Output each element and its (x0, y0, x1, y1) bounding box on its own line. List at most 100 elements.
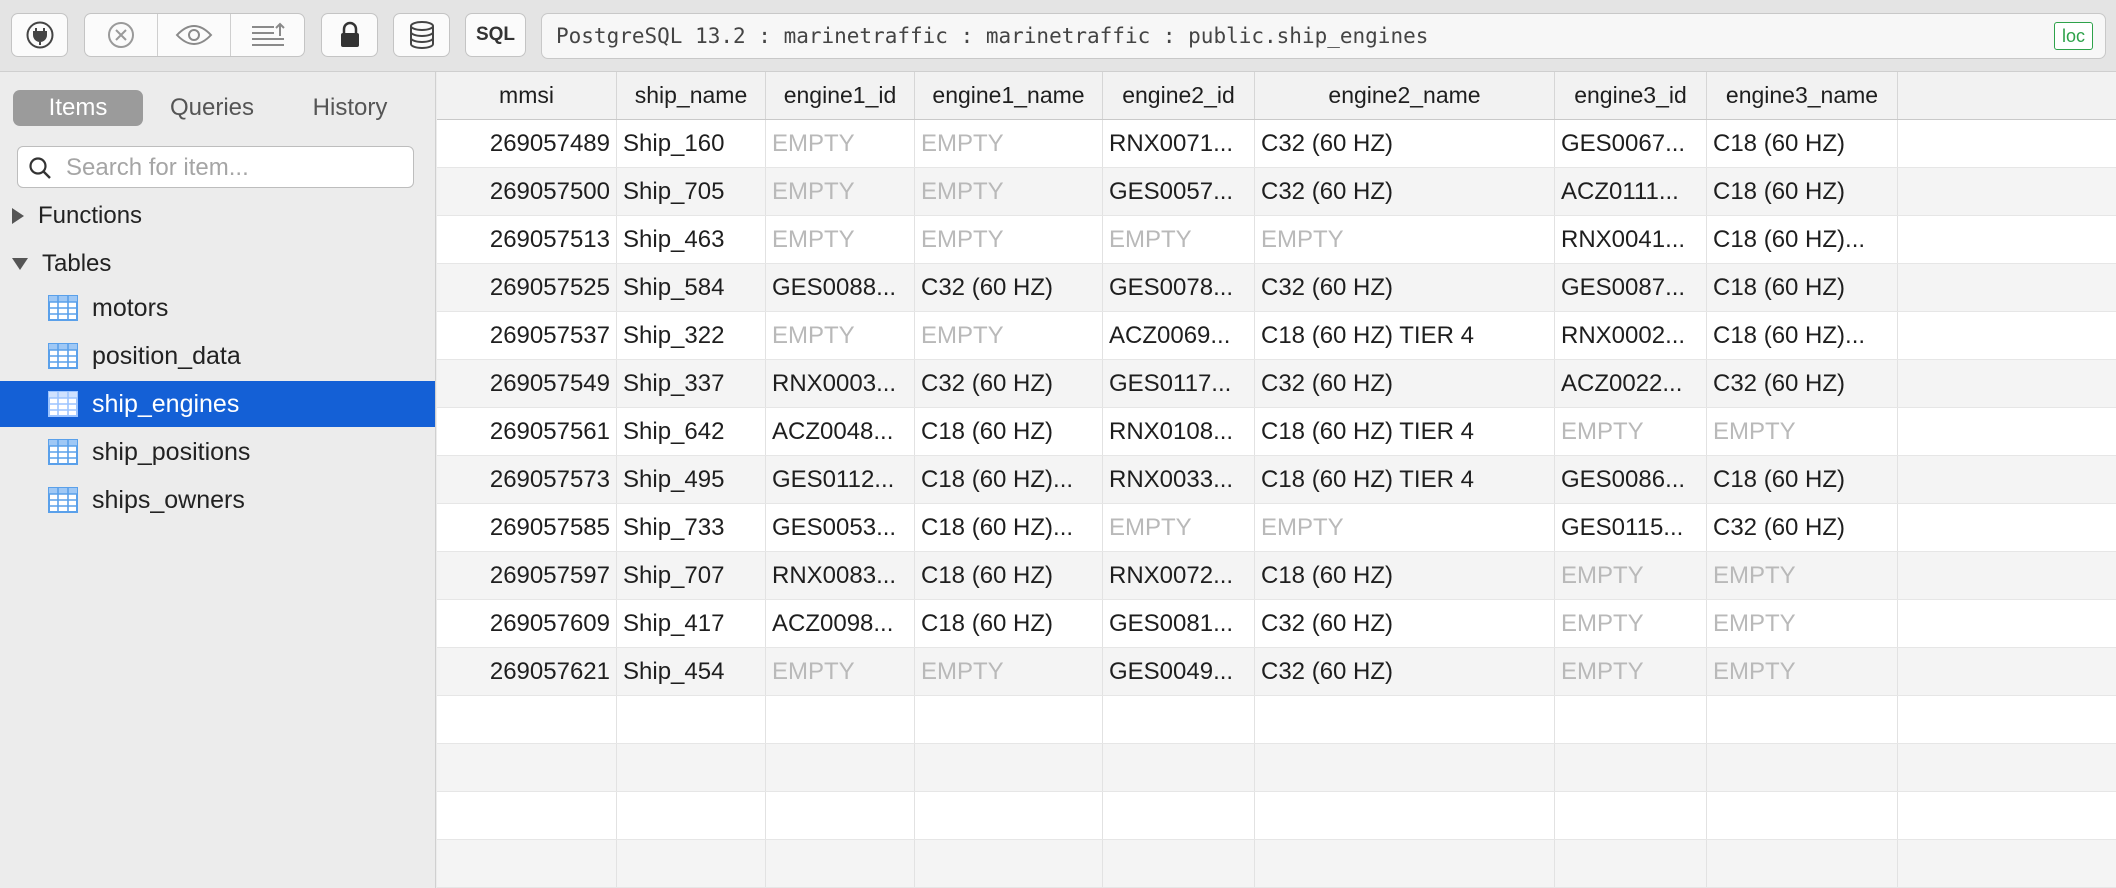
column-header-engine3-name[interactable]: engine3_name (1707, 72, 1898, 119)
table-cell-engine1-name[interactable]: C18 (60 HZ)... (915, 504, 1103, 551)
table-cell-engine2-id[interactable]: GES0081... (1103, 600, 1255, 647)
table-cell-engine2-id[interactable]: ACZ0069... (1103, 312, 1255, 359)
sidebar-table-ship-engines[interactable]: ship_engines (0, 381, 435, 427)
table-cell-engine3-name[interactable]: C18 (60 HZ)... (1707, 216, 1898, 263)
table-cell-ship-name[interactable]: Ship_417 (617, 600, 766, 647)
empty-cell[interactable]: EMPTY (915, 216, 1103, 263)
table-cell-engine3-name[interactable]: C18 (60 HZ) (1707, 264, 1898, 311)
table-row[interactable]: 269057609 Ship_417 ACZ0098... C18 (60 HZ) GE… (437, 600, 2116, 648)
empty-cell[interactable]: EMPTY (766, 312, 915, 359)
table-cell-ship-name[interactable]: Ship_454 (617, 648, 766, 695)
column-header-engine1-name[interactable]: engine1_name (915, 72, 1103, 119)
empty-cell[interactable]: EMPTY (1255, 216, 1555, 263)
table-cell-engine1-id[interactable]: GES0112... (766, 456, 915, 503)
table-cell-engine3-name[interactable]: C18 (60 HZ) (1707, 168, 1898, 215)
table-cell-engine3-name[interactable]: C32 (60 HZ) (1707, 504, 1898, 551)
connect-button[interactable] (11, 13, 68, 57)
table-cell-engine1-id[interactable]: ACZ0098... (766, 600, 915, 647)
column-header-engine2-name[interactable]: engine2_name (1255, 72, 1555, 119)
empty-cell[interactable]: EMPTY (1103, 504, 1255, 551)
table-cell-engine1-id[interactable]: RNX0003... (766, 360, 915, 407)
empty-cell[interactable]: EMPTY (1707, 552, 1898, 599)
table-cell-mmsi[interactable]: 269057585 (437, 504, 617, 551)
table-cell-mmsi[interactable]: 269057621 (437, 648, 617, 695)
sidebar-table-ships-owners[interactable]: ships_owners (0, 477, 435, 523)
table-cell-engine3-id[interactable]: ACZ0111... (1555, 168, 1707, 215)
column-header-ship-name[interactable]: ship_name (617, 72, 766, 119)
group-tables[interactable]: Tables (12, 244, 111, 284)
table-cell-engine2-id[interactable]: RNX0072... (1103, 552, 1255, 599)
export-button[interactable] (231, 14, 304, 56)
loc-badge[interactable]: loc (2053, 22, 2093, 50)
table-cell-engine1-name[interactable]: C18 (60 HZ) (915, 600, 1103, 647)
table-cell-engine3-name[interactable]: C18 (60 HZ) (1707, 456, 1898, 503)
table-cell-engine1-name[interactable]: C18 (60 HZ) (915, 408, 1103, 455)
empty-cell[interactable]: EMPTY (915, 168, 1103, 215)
table-cell-ship-name[interactable]: Ship_733 (617, 504, 766, 551)
column-header-mmsi[interactable]: mmsi (437, 72, 617, 119)
data-grid[interactable]: mmsi ship_name engine1_id engine1_name engin… (437, 72, 2116, 888)
table-row[interactable]: 269057573 Ship_495 GES0112... C18 (60 HZ)..… (437, 456, 2116, 504)
table-cell-engine2-name[interactable]: C32 (60 HZ) (1255, 264, 1555, 311)
table-cell-engine2-id[interactable]: GES0078... (1103, 264, 1255, 311)
empty-cell[interactable]: EMPTY (1555, 408, 1707, 455)
sql-button[interactable]: SQL (465, 13, 526, 57)
table-cell-engine2-name[interactable]: C32 (60 HZ) (1255, 360, 1555, 407)
column-header-engine1-id[interactable]: engine1_id (766, 72, 915, 119)
table-cell-engine2-id[interactable]: RNX0033... (1103, 456, 1255, 503)
table-cell-engine1-name[interactable]: C32 (60 HZ) (915, 264, 1103, 311)
table-cell-engine3-id[interactable]: GES0067... (1555, 120, 1707, 167)
tab-history[interactable]: History (281, 90, 419, 126)
table-cell-engine1-id[interactable]: ACZ0048... (766, 408, 915, 455)
table-row[interactable]: 269057489 Ship_160 EMPTY EMPTY RNX0071... C32… (437, 120, 2116, 168)
table-cell-engine3-name[interactable]: C18 (60 HZ)... (1707, 312, 1898, 359)
table-cell-ship-name[interactable]: Ship_322 (617, 312, 766, 359)
empty-cell[interactable]: EMPTY (766, 168, 915, 215)
table-cell-ship-name[interactable]: Ship_337 (617, 360, 766, 407)
table-cell-engine2-id[interactable]: GES0057... (1103, 168, 1255, 215)
table-cell-ship-name[interactable]: Ship_495 (617, 456, 766, 503)
table-cell-engine1-name[interactable]: C18 (60 HZ)... (915, 456, 1103, 503)
table-row[interactable]: 269057537 Ship_322 EMPTY EMPTY ACZ0069... C18… (437, 312, 2116, 360)
table-cell-ship-name[interactable]: Ship_463 (617, 216, 766, 263)
table-cell-ship-name[interactable]: Ship_707 (617, 552, 766, 599)
sidebar-table-position-data[interactable]: position_data (0, 333, 435, 379)
empty-cell[interactable]: EMPTY (1555, 600, 1707, 647)
table-cell-engine1-name[interactable]: C32 (60 HZ) (915, 360, 1103, 407)
table-cell-engine2-name[interactable]: C32 (60 HZ) (1255, 168, 1555, 215)
empty-cell[interactable]: EMPTY (1707, 648, 1898, 695)
table-cell-mmsi[interactable]: 269057573 (437, 456, 617, 503)
table-cell-engine1-name[interactable]: C18 (60 HZ) (915, 552, 1103, 599)
empty-cell[interactable]: EMPTY (1555, 648, 1707, 695)
table-cell-mmsi[interactable]: 269057525 (437, 264, 617, 311)
empty-cell[interactable]: EMPTY (915, 312, 1103, 359)
table-row[interactable]: 269057500 Ship_705 EMPTY EMPTY GES0057... C32… (437, 168, 2116, 216)
table-cell-mmsi[interactable]: 269057537 (437, 312, 617, 359)
empty-cell[interactable]: EMPTY (766, 648, 915, 695)
table-cell-engine2-name[interactable]: C32 (60 HZ) (1255, 600, 1555, 647)
table-cell-ship-name[interactable]: Ship_584 (617, 264, 766, 311)
table-cell-mmsi[interactable]: 269057549 (437, 360, 617, 407)
table-cell-engine1-id[interactable]: GES0053... (766, 504, 915, 551)
empty-cell[interactable]: EMPTY (766, 216, 915, 263)
table-row[interactable]: 269057525 Ship_584 GES0088... C32 (60 HZ) GE… (437, 264, 2116, 312)
database-button[interactable] (393, 13, 450, 57)
table-cell-engine2-name[interactable]: C32 (60 HZ) (1255, 120, 1555, 167)
table-cell-mmsi[interactable]: 269057500 (437, 168, 617, 215)
table-cell-engine3-id[interactable]: GES0087... (1555, 264, 1707, 311)
column-header-engine2-id[interactable]: engine2_id (1103, 72, 1255, 119)
sidebar-table-ship-positions[interactable]: ship_positions (0, 429, 435, 475)
group-functions[interactable]: Functions (12, 196, 142, 236)
search-input[interactable] (64, 151, 408, 185)
table-cell-engine3-id[interactable]: GES0115... (1555, 504, 1707, 551)
sidebar-table-motors[interactable]: motors (0, 285, 435, 331)
preview-button[interactable] (158, 14, 231, 56)
table-row[interactable]: 269057585 Ship_733 GES0053... C18 (60 HZ)..… (437, 504, 2116, 552)
empty-cell[interactable]: EMPTY (915, 120, 1103, 167)
table-row[interactable]: 269057621 Ship_454 EMPTY EMPTY GES0049... C32… (437, 648, 2116, 696)
lock-button[interactable] (321, 13, 378, 57)
table-cell-engine3-id[interactable]: ACZ0022... (1555, 360, 1707, 407)
table-row[interactable]: 269057513 Ship_463 EMPTY EMPTY EMPTY EMPTY RNX… (437, 216, 2116, 264)
table-cell-engine1-id[interactable]: RNX0083... (766, 552, 915, 599)
empty-cell[interactable]: EMPTY (1707, 600, 1898, 647)
